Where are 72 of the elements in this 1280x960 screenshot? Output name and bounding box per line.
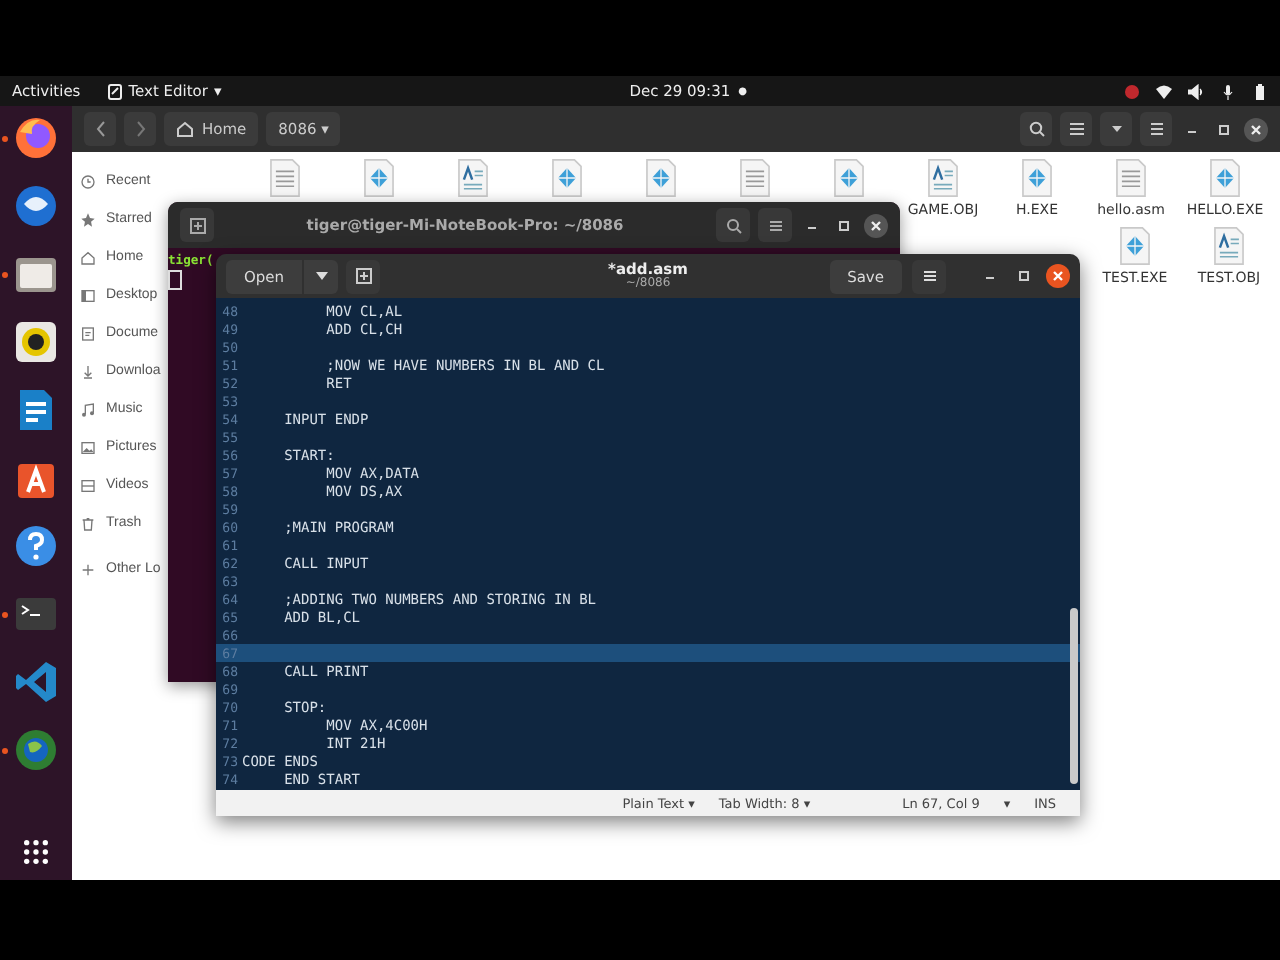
scrollbar[interactable] xyxy=(1070,608,1078,784)
new-tab-icon xyxy=(355,268,372,284)
star-icon xyxy=(80,211,96,227)
status-icon[interactable] xyxy=(1124,83,1140,99)
text-file-icon xyxy=(736,158,774,198)
maximize-icon xyxy=(1216,121,1232,137)
menu-button[interactable] xyxy=(1140,112,1172,146)
close-button[interactable] xyxy=(864,213,888,237)
battery-icon[interactable] xyxy=(1252,83,1268,99)
wifi-icon[interactable] xyxy=(1156,83,1172,99)
image-icon xyxy=(80,439,96,455)
globe-icon[interactable] xyxy=(12,726,60,774)
speaker-icon[interactable] xyxy=(12,318,60,366)
mail-icon[interactable] xyxy=(12,182,60,230)
music-icon xyxy=(80,401,96,417)
text-editor-icon xyxy=(108,83,123,99)
menu-button[interactable] xyxy=(912,259,946,293)
chevron-right-icon xyxy=(131,120,149,138)
new-tab-button[interactable] xyxy=(180,208,214,242)
view-options-button[interactable] xyxy=(1100,112,1132,146)
list-icon xyxy=(1067,120,1085,138)
clock-icon xyxy=(80,173,96,189)
app-grid-icon[interactable] xyxy=(20,836,52,868)
text-file-icon xyxy=(266,158,304,198)
desktop-icon xyxy=(80,287,96,303)
volume-icon[interactable] xyxy=(1188,83,1204,99)
browser-icon[interactable] xyxy=(12,114,60,162)
executable-file-icon xyxy=(1116,226,1154,266)
close-button[interactable] xyxy=(1244,117,1268,141)
menu-icon xyxy=(1147,120,1165,138)
caret-icon xyxy=(315,272,328,280)
document-file-icon xyxy=(924,158,962,198)
home-icon xyxy=(80,249,96,265)
search-button[interactable] xyxy=(716,208,750,242)
document-file-icon xyxy=(454,158,492,198)
maximize-icon xyxy=(836,217,852,233)
executable-file-icon xyxy=(360,158,398,198)
close-icon xyxy=(868,217,884,233)
trash-icon xyxy=(80,515,96,531)
chevron-left-icon xyxy=(91,120,109,138)
document-file-icon xyxy=(1210,226,1248,266)
text-file-icon xyxy=(1112,158,1150,198)
code-editor-icon[interactable] xyxy=(12,658,60,706)
menu-icon xyxy=(767,217,783,233)
new-tab-icon xyxy=(189,217,205,233)
plus-icon xyxy=(80,561,96,577)
open-menu-button[interactable] xyxy=(304,259,339,293)
executable-file-icon xyxy=(1206,158,1244,198)
executable-file-icon xyxy=(548,158,586,198)
menu-button[interactable] xyxy=(758,208,792,242)
document-icon xyxy=(80,325,96,341)
search-button[interactable] xyxy=(1020,112,1052,146)
close-button[interactable] xyxy=(1046,264,1070,288)
search-icon xyxy=(725,217,741,233)
view-button[interactable] xyxy=(1060,112,1092,146)
executable-file-icon xyxy=(1018,158,1056,198)
search-icon xyxy=(1027,120,1045,138)
back-button[interactable] xyxy=(84,112,116,146)
film-icon xyxy=(80,477,96,493)
menu-icon xyxy=(921,268,937,284)
microphone-icon[interactable] xyxy=(1220,83,1236,99)
download-icon xyxy=(80,363,96,379)
forward-button[interactable] xyxy=(124,112,156,146)
close-icon xyxy=(1050,268,1066,284)
executable-file-icon xyxy=(642,158,680,198)
close-icon xyxy=(1248,121,1264,137)
help-icon[interactable] xyxy=(12,522,60,570)
text-cursor xyxy=(168,270,182,290)
new-tab-button[interactable] xyxy=(346,259,381,293)
maximize-icon xyxy=(1016,268,1032,284)
home-icon xyxy=(176,120,194,138)
executable-file-icon xyxy=(830,158,868,198)
